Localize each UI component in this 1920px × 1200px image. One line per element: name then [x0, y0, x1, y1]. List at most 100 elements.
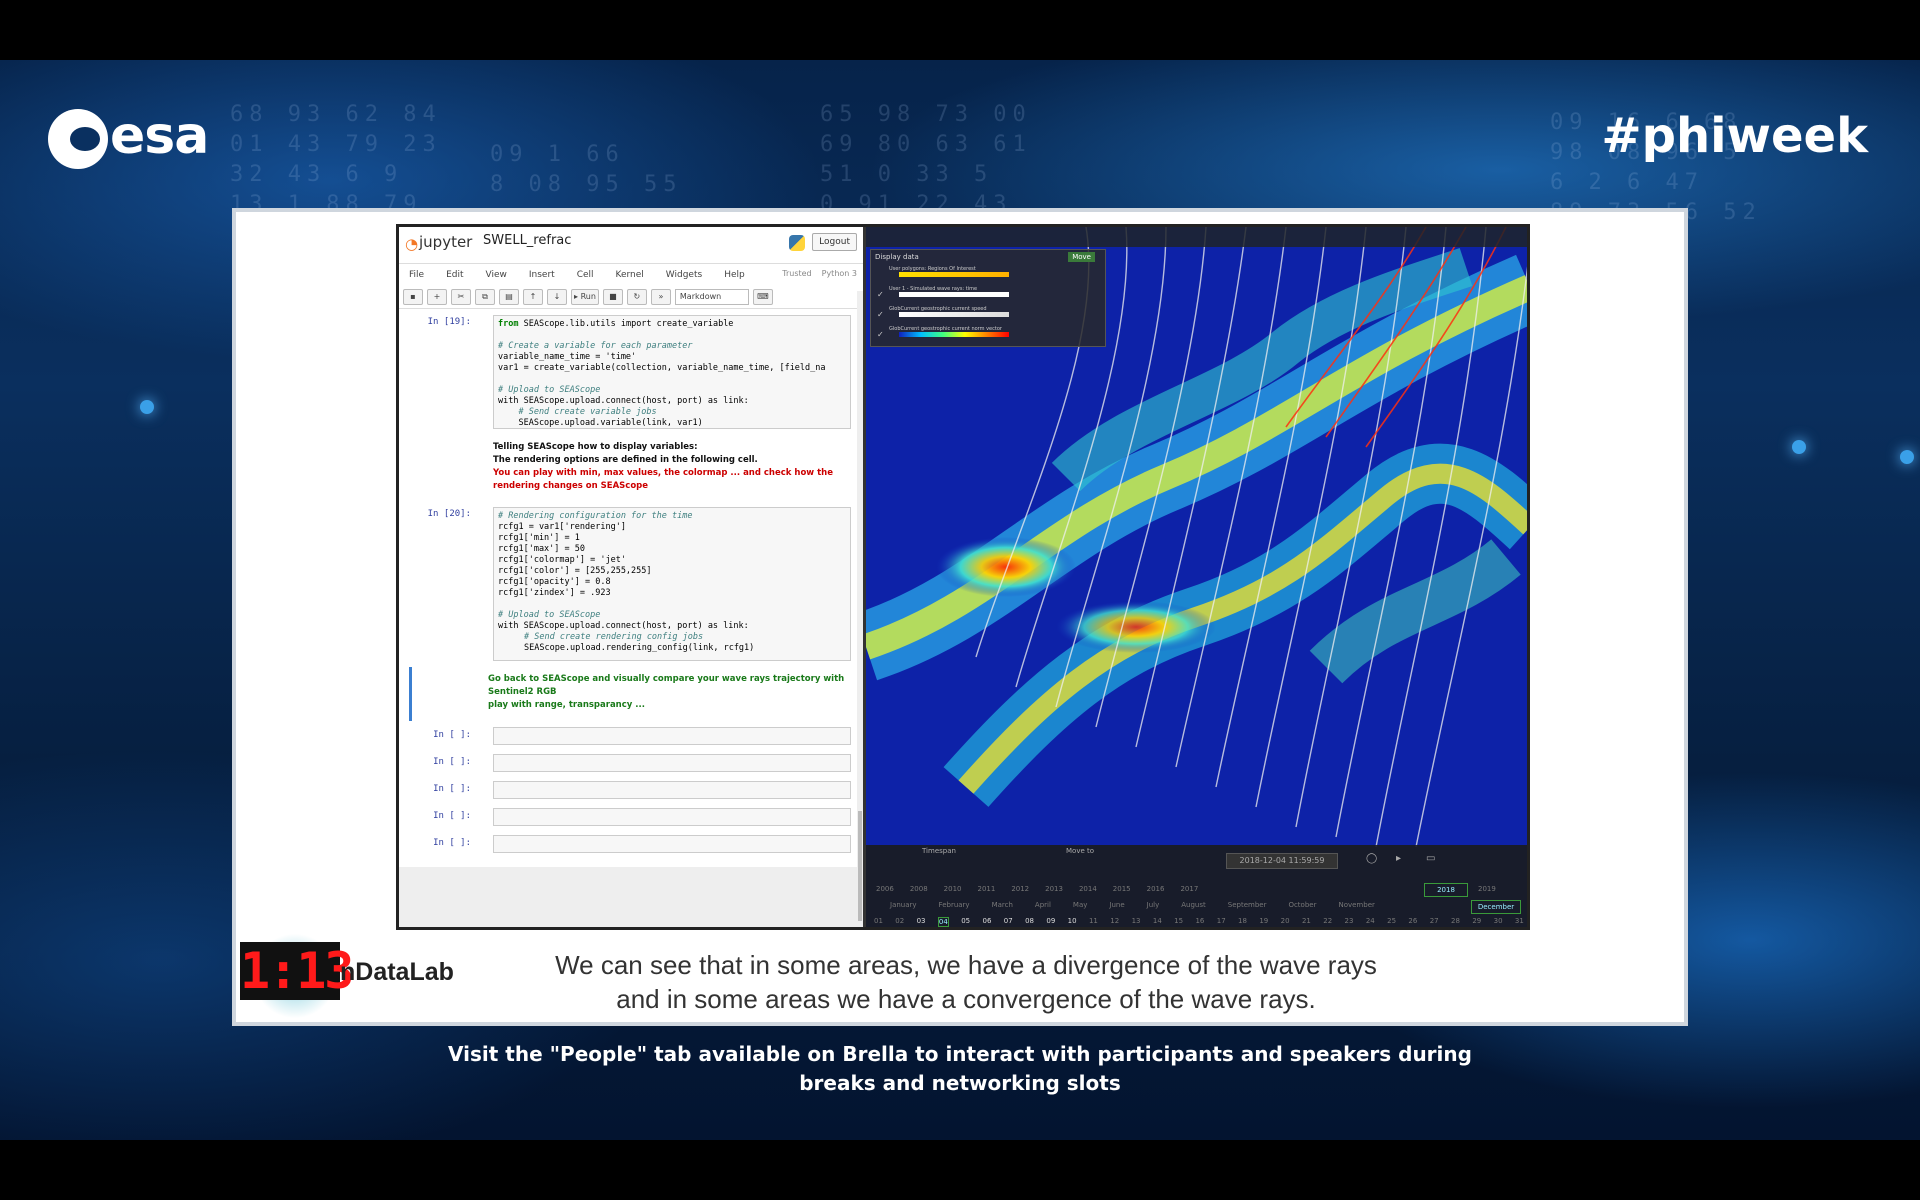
month-item[interactable]: February [939, 901, 970, 909]
markdown-cell-2-selected[interactable]: Go back to SEAScope and visually compare… [409, 667, 851, 721]
year-item[interactable]: 2008 [910, 885, 928, 893]
checkbox-icon[interactable]: ✓ [877, 330, 884, 339]
menu-kernel[interactable]: Kernel [616, 270, 644, 280]
month-item[interactable]: May [1073, 901, 1087, 909]
day-item[interactable]: 14 [1153, 917, 1162, 927]
day-item[interactable]: 28 [1451, 917, 1460, 927]
day-item[interactable]: 08 [1025, 917, 1034, 927]
restart-icon[interactable]: ↻ [626, 289, 647, 305]
month-item[interactable]: March [992, 901, 1013, 909]
menu-file[interactable]: File [409, 270, 424, 280]
month-item[interactable]: October [1288, 901, 1316, 909]
day-item[interactable]: 19 [1259, 917, 1268, 927]
empty-code-cell[interactable]: In [ ]: [407, 754, 851, 774]
month-item[interactable]: August [1181, 901, 1206, 909]
empty-code-cell[interactable]: In [ ]: [407, 808, 851, 828]
day-item[interactable]: 02 [895, 917, 904, 927]
time-navigation-bar[interactable]: Timespan Move to 2018-12-04 11:59:59 ◯ ▸… [866, 845, 1527, 927]
year-item[interactable]: 2014 [1079, 885, 1097, 893]
day-item[interactable]: 03 [917, 917, 926, 927]
month-item[interactable]: June [1109, 901, 1124, 909]
month-item[interactable]: July [1147, 901, 1160, 909]
month-item[interactable]: January [890, 901, 917, 909]
day-item[interactable]: 13 [1132, 917, 1141, 927]
code-editor[interactable] [493, 835, 851, 853]
day-item[interactable]: 10 [1068, 917, 1077, 927]
year-item[interactable]: 2011 [977, 885, 995, 893]
code-cell-19[interactable]: In [19]: from SEAScope.lib.utils import … [407, 315, 851, 431]
selected-month[interactable]: December [1471, 900, 1521, 914]
save-icon[interactable]: ▪ [403, 289, 423, 305]
menu-insert[interactable]: Insert [529, 270, 555, 280]
menu-widgets[interactable]: Widgets [666, 270, 702, 280]
datetime-display[interactable]: 2018-12-04 11:59:59 [1226, 853, 1338, 869]
code-editor[interactable] [493, 727, 851, 745]
checkbox-icon[interactable]: ✓ [877, 310, 884, 319]
run-button[interactable]: ▸ Run [571, 289, 599, 305]
day-item[interactable]: 26 [1408, 917, 1417, 927]
day-item[interactable]: 23 [1345, 917, 1354, 927]
code-editor[interactable]: from SEAScope.lib.utils import create_va… [493, 315, 851, 429]
day-item[interactable]: 24 [1366, 917, 1375, 927]
menu-cell[interactable]: Cell [577, 270, 594, 280]
markdown-cell-1[interactable]: Telling SEAScope how to display variable… [407, 441, 851, 501]
month-item[interactable]: September [1228, 901, 1267, 909]
month-item[interactable]: November [1338, 901, 1374, 909]
checkbox-icon[interactable]: ✓ [877, 290, 884, 299]
day-item[interactable]: 21 [1302, 917, 1311, 927]
year-item[interactable]: 2015 [1113, 885, 1131, 893]
day-item[interactable]: 17 [1217, 917, 1226, 927]
day-item[interactable]: 18 [1238, 917, 1247, 927]
copy-icon[interactable]: ⧉ [475, 289, 495, 305]
stop-icon[interactable]: ■ [602, 289, 623, 305]
empty-code-cell[interactable]: In [ ]: [407, 781, 851, 801]
code-editor[interactable]: # Rendering configuration for the time r… [493, 507, 851, 661]
notebook-scrollbar[interactable] [857, 291, 863, 927]
year-item[interactable]: 2010 [944, 885, 962, 893]
menu-help[interactable]: Help [724, 270, 745, 280]
empty-code-cell[interactable]: In [ ]: [407, 835, 851, 855]
day-item[interactable]: 06 [982, 917, 991, 927]
day-item[interactable]: 29 [1472, 917, 1481, 927]
day-item[interactable]: 27 [1430, 917, 1439, 927]
move-up-icon[interactable]: ↑ [523, 289, 543, 305]
year-item[interactable]: 2013 [1045, 885, 1063, 893]
display-data-panel[interactable]: Display data Move User polygons: Regions… [870, 249, 1106, 347]
calendar-icon[interactable]: ▭ [1426, 853, 1435, 864]
day-item[interactable]: 12 [1110, 917, 1119, 927]
keyboard-icon[interactable]: ⌨ [752, 289, 773, 305]
code-editor[interactable] [493, 781, 851, 799]
play-icon[interactable]: ◯ [1366, 853, 1377, 864]
trusted-indicator[interactable]: Trusted [782, 269, 811, 278]
move-down-icon[interactable]: ↓ [547, 289, 567, 305]
code-editor[interactable] [493, 808, 851, 826]
layer-row[interactable]: User polygons: Regions Of Interest [875, 266, 1099, 282]
notebook-title[interactable]: SWELL_refrac [483, 233, 571, 248]
menu-edit[interactable]: Edit [446, 270, 463, 280]
seascope-viewer[interactable]: Display data Move User polygons: Regions… [866, 227, 1527, 927]
year-item[interactable]: 2019 [1478, 885, 1496, 893]
viewer-toolbar[interactable] [866, 227, 1527, 247]
day-item[interactable]: 20 [1281, 917, 1290, 927]
layer-row[interactable]: ✓ GlobCurrent geostrophic current speed [875, 306, 1099, 322]
day-item[interactable]: 25 [1387, 917, 1396, 927]
cell-type-select[interactable]: Markdown [674, 289, 749, 305]
fast-forward-icon[interactable]: » [650, 289, 671, 305]
code-editor[interactable] [493, 754, 851, 772]
day-item[interactable]: 30 [1494, 917, 1503, 927]
add-cell-icon[interactable]: + [427, 289, 447, 305]
year-item[interactable]: 2017 [1180, 885, 1198, 893]
empty-code-cell[interactable]: In [ ]: [407, 727, 851, 747]
menu-view[interactable]: View [486, 270, 507, 280]
code-cell-20[interactable]: In [20]: # Rendering configuration for t… [407, 507, 851, 661]
day-item[interactable]: 15 [1174, 917, 1183, 927]
logout-button[interactable]: Logout [812, 233, 857, 251]
panel-move-button[interactable]: Move [1068, 252, 1095, 262]
layer-row[interactable]: ✓ User 1 - Simulated wave rays: time [875, 286, 1099, 302]
month-item[interactable]: April [1035, 901, 1051, 909]
day-item[interactable]: 09 [1046, 917, 1055, 927]
day-item[interactable]: 04 [937, 917, 949, 927]
year-item[interactable]: 2006 [876, 885, 894, 893]
day-item[interactable]: 01 [874, 917, 883, 927]
day-item[interactable]: 07 [1004, 917, 1013, 927]
